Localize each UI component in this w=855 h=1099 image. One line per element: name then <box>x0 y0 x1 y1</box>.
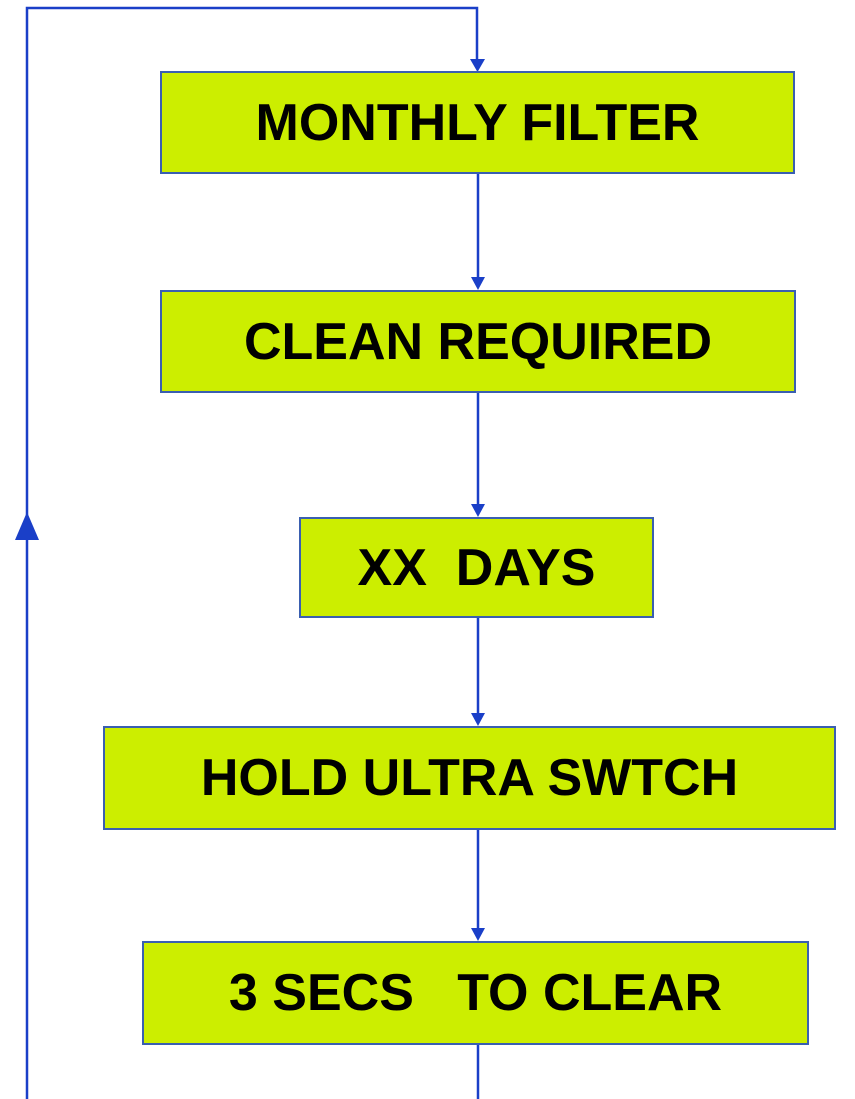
step-hold-switch-label: HOLD ULTRA SWTCH <box>200 749 739 807</box>
step-clean-required-box: CLEAN REQUIRED <box>160 290 796 393</box>
arrowhead-into-step-5 <box>471 928 485 941</box>
step-secs-to-clear-label: 3 SECS TO CLEAR <box>228 964 723 1022</box>
arrowhead-into-step-4 <box>471 713 485 726</box>
arrowhead-into-step-3 <box>471 504 485 517</box>
step-monthly-filter-label: MONTHLY FILTER <box>255 93 700 152</box>
step-monthly-filter-box: MONTHLY FILTER <box>160 71 795 174</box>
step-clean-required-label: CLEAN REQUIRED <box>243 312 713 371</box>
step-secs-to-clear-box: 3 SECS TO CLEAR <box>142 941 809 1045</box>
arrowhead-loop-up <box>15 512 39 540</box>
arrowhead-into-step-2 <box>471 277 485 290</box>
step-days-box: XX DAYS <box>299 517 654 618</box>
step-hold-switch-box: HOLD ULTRA SWTCH <box>103 726 836 830</box>
step-days-label: XX DAYS <box>357 538 596 597</box>
